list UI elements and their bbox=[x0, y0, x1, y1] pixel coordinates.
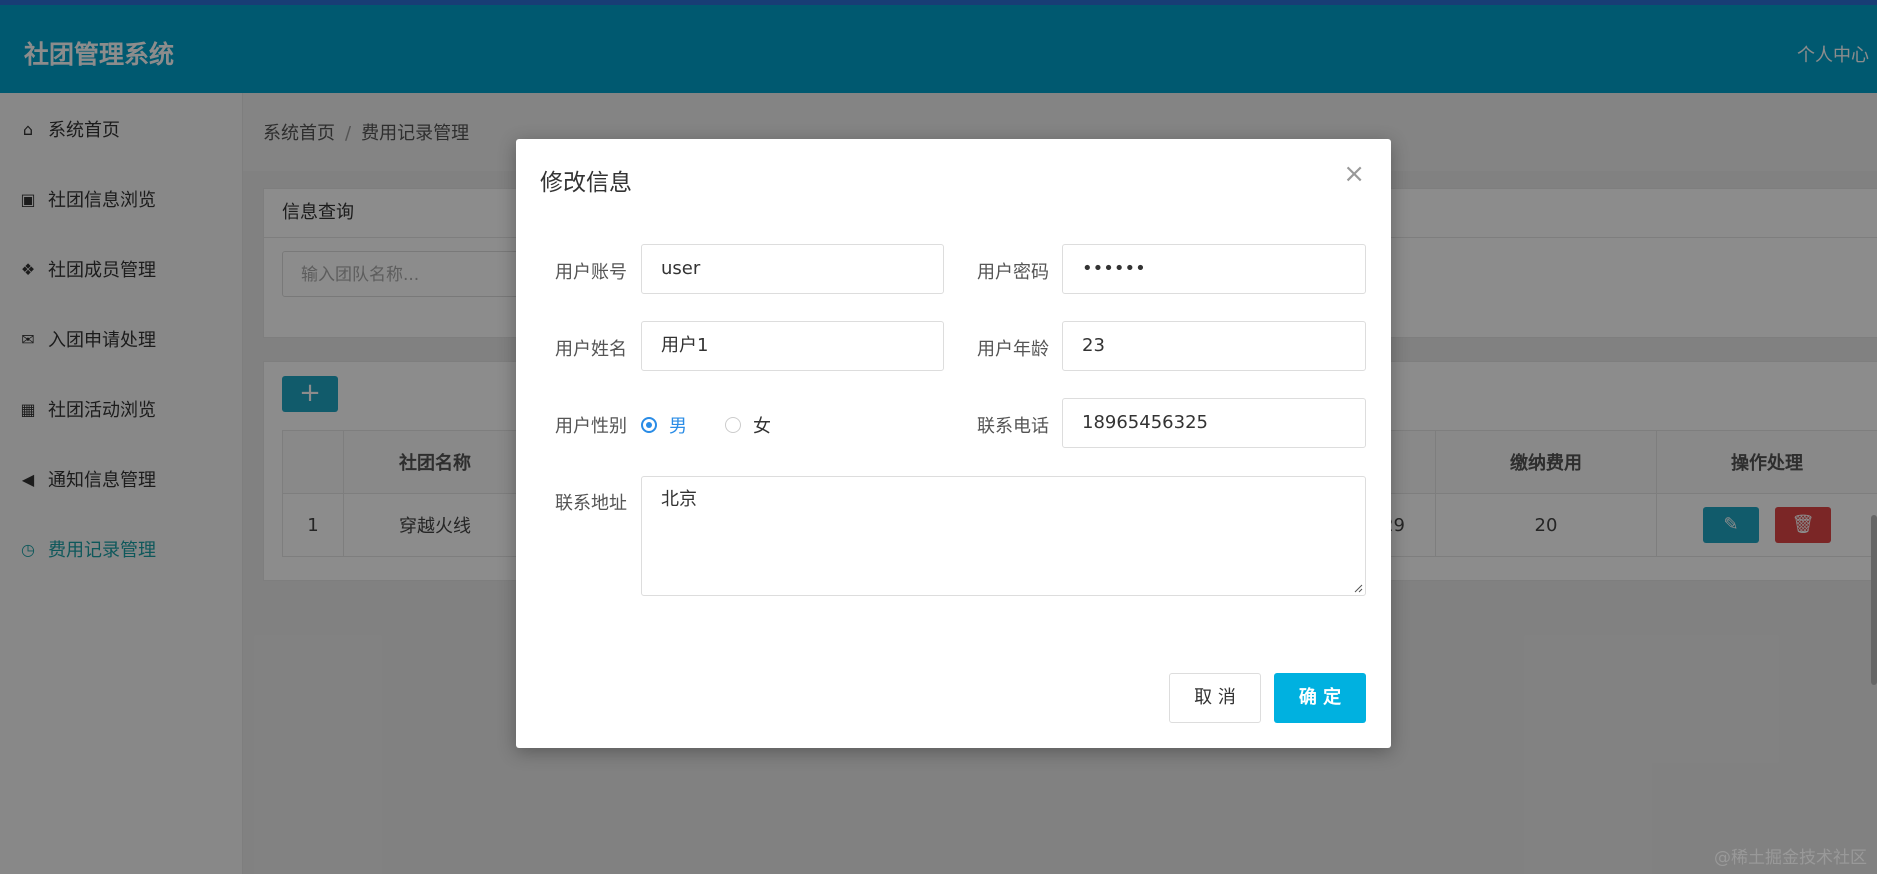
radio-unchecked-icon bbox=[725, 417, 741, 433]
password-label: 用户密码 bbox=[977, 262, 1049, 283]
watermark: @稀土掘金技术社区 bbox=[1714, 848, 1867, 868]
edit-info-modal: 修改信息 × 用户账号 user 用户密码 •••••• 用户姓名 用户1 用户… bbox=[516, 139, 1391, 748]
name-field[interactable]: 用户1 bbox=[641, 321, 944, 371]
gender-female-radio[interactable]: 女 bbox=[725, 412, 771, 438]
address-textarea[interactable]: 北京 bbox=[641, 476, 1366, 596]
radio-checked-icon bbox=[641, 417, 657, 433]
modal-title: 修改信息 bbox=[540, 170, 632, 196]
phone-field[interactable]: 18965456325 bbox=[1062, 398, 1366, 448]
age-field[interactable]: 23 bbox=[1062, 321, 1366, 371]
gender-female-label: 女 bbox=[753, 416, 771, 437]
cancel-button[interactable]: 取 消 bbox=[1169, 673, 1261, 723]
age-label: 用户年龄 bbox=[977, 339, 1049, 360]
account-label: 用户账号 bbox=[555, 262, 627, 283]
gender-label: 用户性别 bbox=[555, 416, 627, 437]
resize-handle-icon[interactable] bbox=[1353, 583, 1363, 593]
account-field[interactable]: user bbox=[641, 244, 944, 294]
address-label: 联系地址 bbox=[555, 493, 627, 514]
gender-male-radio[interactable]: 男 bbox=[641, 412, 687, 438]
close-icon[interactable]: × bbox=[1343, 159, 1365, 189]
address-value: 北京 bbox=[661, 489, 697, 510]
confirm-button[interactable]: 确 定 bbox=[1274, 673, 1366, 723]
password-field[interactable]: •••••• bbox=[1062, 244, 1366, 294]
name-label: 用户姓名 bbox=[555, 339, 627, 360]
gender-male-label: 男 bbox=[669, 416, 687, 437]
phone-label: 联系电话 bbox=[977, 416, 1049, 437]
